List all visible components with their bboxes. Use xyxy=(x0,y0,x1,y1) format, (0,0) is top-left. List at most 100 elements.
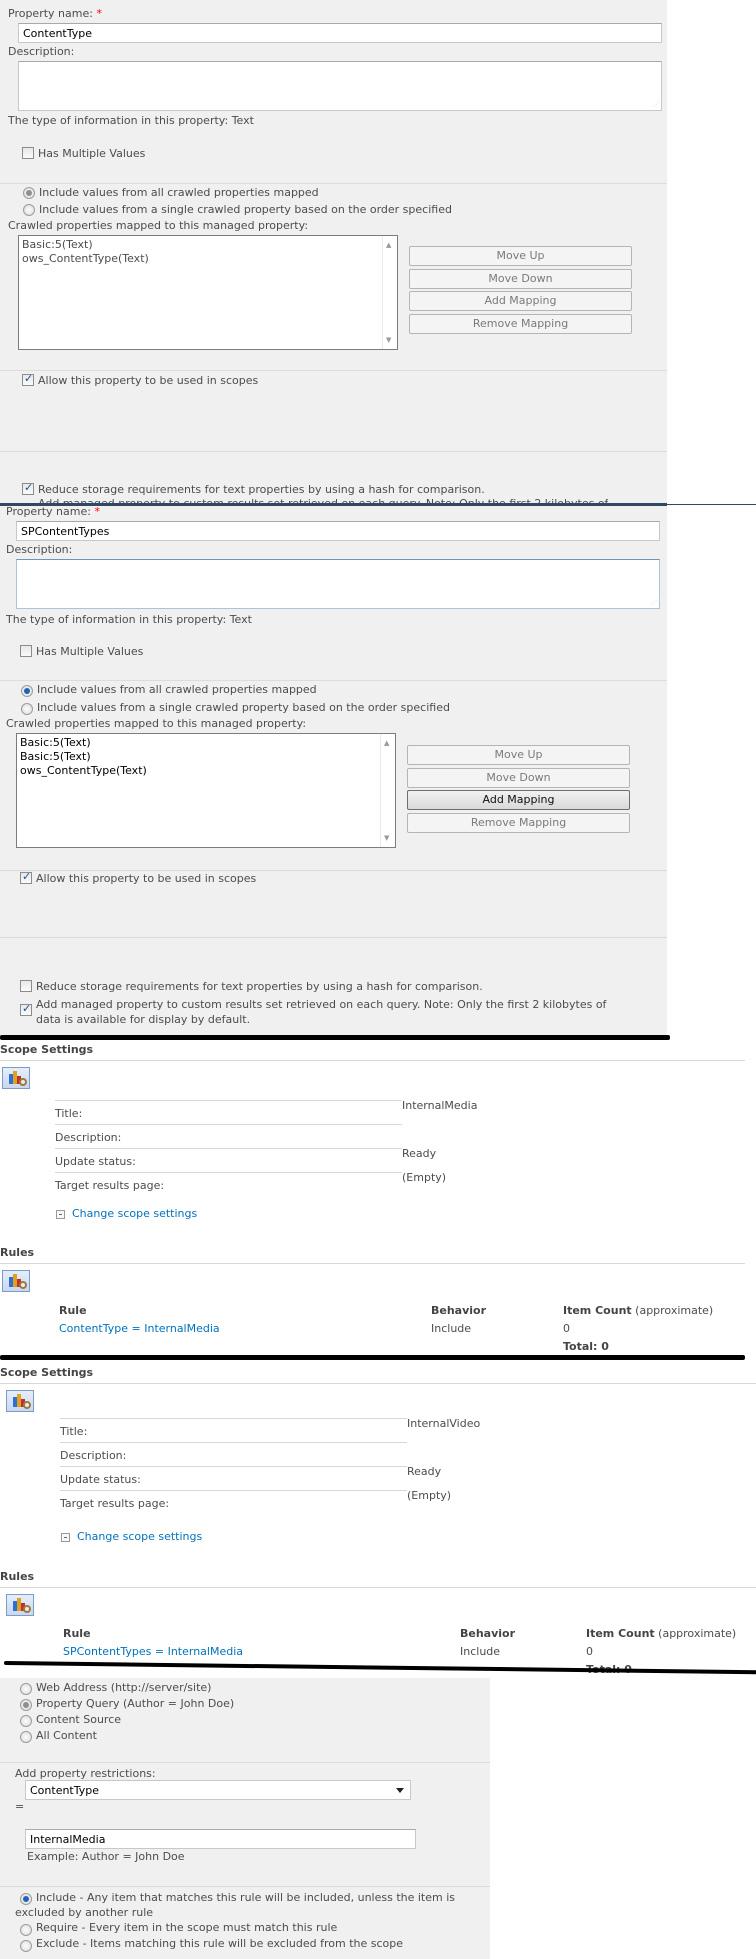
behavior-require-label: Require - Every item in the scope must m… xyxy=(36,1921,338,1934)
scroll-down-icon[interactable]: ▼ xyxy=(386,333,391,347)
allow-scopes-label: Allow this property to be used in scopes xyxy=(36,872,257,885)
move-down-button[interactable]: Move Down xyxy=(409,269,632,289)
description-label: Description: xyxy=(6,543,73,556)
include-all-label: Include values from all crawled properti… xyxy=(39,186,319,199)
remove-mapping-button[interactable]: Remove Mapping xyxy=(407,813,630,833)
expand-icon[interactable] xyxy=(56,1210,65,1219)
field-value-title: InternalVideo xyxy=(407,1417,481,1430)
required-asterisk: * xyxy=(94,505,100,518)
remove-mapping-button[interactable]: Remove Mapping xyxy=(409,314,632,334)
rule-link[interactable]: SPContentTypes = InternalMedia xyxy=(63,1645,243,1658)
field-label-target-page: Target results page: xyxy=(55,1179,165,1192)
description-textarea[interactable]: ⋰ xyxy=(16,559,660,609)
scroll-up-icon[interactable]: ▲ xyxy=(386,238,391,252)
resize-grip-icon[interactable]: ⋰ xyxy=(651,600,657,606)
field-divider xyxy=(60,1466,407,1467)
description-textarea[interactable]: ⋰ xyxy=(18,61,662,111)
divider xyxy=(0,1383,756,1384)
field-value-target-page: (Empty) xyxy=(402,1171,447,1184)
allow-scopes-checkbox[interactable] xyxy=(20,870,32,884)
expand-icon[interactable] xyxy=(61,1533,70,1542)
field-divider xyxy=(55,1100,402,1101)
column-header-rule: Rule xyxy=(59,1304,87,1317)
add-to-results-checkbox[interactable] xyxy=(20,1002,32,1016)
behavior-require-radio[interactable] xyxy=(20,1924,32,1936)
field-label-update-status: Update status: xyxy=(60,1473,141,1486)
property-name-input[interactable]: ContentType xyxy=(18,23,662,43)
rule-type-web-address-radio[interactable] xyxy=(20,1683,32,1695)
column-header-item-count: Item Count (approximate) xyxy=(563,1304,714,1317)
rule-type-all-content-radio[interactable] xyxy=(20,1731,32,1743)
rules-icon xyxy=(2,1270,30,1292)
field-divider xyxy=(60,1490,407,1491)
field-label-title: Title: xyxy=(60,1425,88,1438)
has-multiple-values-label: Has Multiple Values xyxy=(36,645,144,658)
divider xyxy=(0,1060,745,1061)
property-value-input[interactable]: InternalMedia xyxy=(25,1829,416,1849)
behavior-exclude-radio[interactable] xyxy=(20,1940,32,1952)
list-scrollbar[interactable]: ▲ ▼ xyxy=(382,236,397,349)
rule-link[interactable]: ContentType = InternalMedia xyxy=(59,1322,220,1335)
rule-type-property-query-radio[interactable] xyxy=(20,1699,32,1711)
divider xyxy=(0,451,667,452)
column-header-behavior: Behavior xyxy=(460,1627,516,1640)
crawled-properties-list[interactable]: Basic:5(Text) ows_ContentType(Text) ▲ ▼ xyxy=(18,235,398,350)
property-select[interactable]: ContentType xyxy=(25,1780,411,1800)
crawled-property-item[interactable]: Basic:5(Text) xyxy=(20,750,392,764)
description-label: Description: xyxy=(8,45,75,58)
change-scope-settings-link[interactable]: Change scope settings xyxy=(72,1207,197,1220)
move-down-button[interactable]: Move Down xyxy=(407,768,630,788)
field-value-target-page: (Empty) xyxy=(407,1489,452,1502)
include-all-radio[interactable] xyxy=(21,685,33,697)
field-divider xyxy=(60,1442,407,1443)
include-single-radio[interactable] xyxy=(23,204,35,216)
divider xyxy=(0,680,667,681)
include-single-label: Include values from a single crawled pro… xyxy=(39,203,452,216)
crawled-property-item[interactable]: ows_ContentType(Text) xyxy=(22,252,394,266)
add-mapping-button[interactable]: Add Mapping xyxy=(407,790,630,810)
rule-behavior: Include xyxy=(431,1322,472,1335)
crawled-properties-label: Crawled properties mapped to this manage… xyxy=(6,717,307,730)
rule-type-content-source-radio[interactable] xyxy=(20,1715,32,1727)
crawled-property-item[interactable]: Basic:5(Text) xyxy=(22,238,394,252)
marker-stroke xyxy=(0,1355,745,1360)
crawled-property-item[interactable]: Basic:5(Text) xyxy=(20,736,392,750)
has-multiple-values-checkbox[interactable] xyxy=(20,645,32,657)
divider xyxy=(0,183,667,184)
allow-scopes-checkbox[interactable] xyxy=(22,372,34,386)
example-hint: Example: Author = John Doe xyxy=(27,1850,185,1863)
rule-item-count: 0 xyxy=(563,1322,570,1335)
include-single-radio[interactable] xyxy=(21,703,33,715)
field-label-target-page: Target results page: xyxy=(60,1497,170,1510)
reduce-storage-checkbox[interactable] xyxy=(22,481,34,495)
scroll-down-icon[interactable]: ▼ xyxy=(384,831,389,845)
add-to-results-line1: Add managed property to custom results s… xyxy=(36,998,607,1011)
crawled-property-item[interactable]: ows_ContentType(Text) xyxy=(20,764,392,778)
field-value-update-status: Ready xyxy=(402,1147,437,1160)
crawled-properties-list[interactable]: Basic:5(Text) Basic:5(Text) ows_ContentT… xyxy=(16,733,396,848)
equals-sign: = xyxy=(15,1800,25,1813)
property-name-input[interactable]: SPContentTypes xyxy=(16,521,660,541)
scroll-up-icon[interactable]: ▲ xyxy=(384,736,389,750)
change-scope-settings-link[interactable]: Change scope settings xyxy=(77,1530,202,1543)
add-mapping-button[interactable]: Add Mapping xyxy=(409,291,632,311)
reduce-storage-checkbox[interactable] xyxy=(20,980,32,992)
list-scrollbar[interactable]: ▲ ▼ xyxy=(380,734,395,847)
dropdown-arrow-icon[interactable] xyxy=(396,1788,404,1793)
move-up-button[interactable]: Move Up xyxy=(407,745,630,765)
scope-settings-heading: Scope Settings xyxy=(0,1043,94,1056)
has-multiple-values-checkbox[interactable] xyxy=(22,147,34,159)
property-name-label: Property name: * xyxy=(8,7,102,20)
resize-grip-icon[interactable]: ⋰ xyxy=(653,102,659,108)
move-up-button[interactable]: Move Up xyxy=(409,246,632,266)
field-label-description: Description: xyxy=(60,1449,127,1462)
field-value-update-status: Ready xyxy=(407,1465,442,1478)
include-all-radio[interactable] xyxy=(23,187,35,199)
rules-total: Total: 0 xyxy=(563,1340,609,1353)
scope-icon xyxy=(2,1067,30,1089)
field-label-description: Description: xyxy=(55,1131,122,1144)
behavior-include-line1: Include - Any item that matches this rul… xyxy=(36,1891,456,1904)
crawled-properties-label: Crawled properties mapped to this manage… xyxy=(8,219,309,232)
include-all-label: Include values from all crawled properti… xyxy=(37,683,317,696)
property-type-info: The type of information in this property… xyxy=(8,114,254,127)
